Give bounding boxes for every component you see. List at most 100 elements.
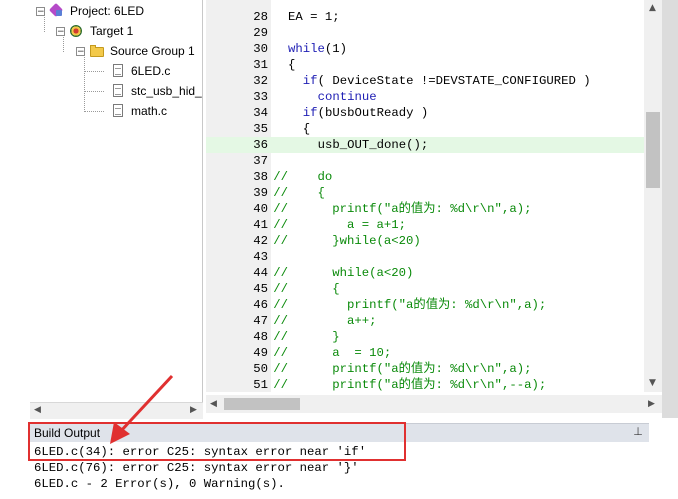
code-line[interactable]: 49 // a = 10; bbox=[206, 345, 644, 361]
code-comment: // printf("a的值为: %d\r\n",--a); bbox=[273, 378, 547, 392]
code-line[interactable]: 30 while(1) bbox=[206, 41, 644, 57]
line-number: 47 bbox=[253, 314, 268, 328]
code-line[interactable]: 48 // } bbox=[206, 329, 644, 345]
code-editor[interactable]: 28 EA = 1; 29 30 while(1) 31 {32 if( DeviceStat… bbox=[206, 0, 644, 392]
code-text: // { bbox=[273, 185, 325, 201]
scroll-right-icon[interactable]: ▶ bbox=[648, 399, 655, 409]
code-token: (1) bbox=[324, 42, 348, 56]
project-label: Project: 6LED bbox=[70, 4, 145, 18]
code-line[interactable]: 36 usb_OUT_done(); bbox=[206, 137, 644, 153]
tree-guide bbox=[84, 111, 104, 112]
code-line[interactable]: 44 // while(a<20) bbox=[206, 265, 644, 281]
code-line[interactable]: 38 // do bbox=[206, 169, 644, 185]
code-line[interactable]: 50 // printf("a的值为: %d\r\n",a); bbox=[206, 361, 644, 377]
code-text: // printf("a的值为: %d\r\n",--a); bbox=[273, 377, 546, 392]
scroll-right-icon[interactable]: ▶ bbox=[190, 405, 197, 415]
tree-project-node[interactable]: − Project: 6LED bbox=[36, 2, 144, 20]
tree-file-item[interactable]: stc_usb_hid_ bbox=[110, 82, 202, 100]
line-number: 30 bbox=[253, 42, 268, 56]
code-token: usb_OUT_done(); bbox=[317, 138, 429, 152]
code-text: // do bbox=[273, 169, 332, 185]
code-text: while(1) bbox=[288, 41, 347, 57]
editor-vertical-scrollbar[interactable]: ▲ ▼ bbox=[644, 0, 662, 392]
project-icon bbox=[49, 4, 65, 18]
code-line[interactable]: 51 // printf("a的值为: %d\r\n",--a); bbox=[206, 377, 644, 392]
file-label: 6LED.c bbox=[131, 64, 171, 78]
line-number: 34 bbox=[253, 106, 268, 120]
scroll-down-icon[interactable]: ▼ bbox=[649, 378, 656, 388]
code-line[interactable]: 28 EA = 1; bbox=[206, 9, 644, 25]
code-comment: // do bbox=[273, 170, 333, 184]
line-number: 38 bbox=[253, 170, 268, 184]
code-line[interactable]: 43 bbox=[206, 249, 644, 265]
code-line[interactable]: 47 // a++; bbox=[206, 313, 644, 329]
code-token: (bUsbOutReady ) bbox=[317, 106, 429, 120]
collapse-icon[interactable]: − bbox=[76, 46, 85, 56]
scroll-up-icon[interactable]: ▲ bbox=[649, 3, 656, 13]
code-keyword: if bbox=[302, 106, 318, 120]
code-text: // { bbox=[273, 281, 339, 297]
code-comment: // } bbox=[273, 330, 340, 344]
line-number: 40 bbox=[253, 202, 268, 216]
horizontal-scroll-thumb[interactable] bbox=[224, 398, 300, 410]
scroll-left-icon[interactable]: ◀ bbox=[34, 405, 41, 415]
line-number: 31 bbox=[253, 58, 268, 72]
code-text: EA = 1; bbox=[288, 9, 340, 25]
code-line[interactable]: 37 bbox=[206, 153, 644, 169]
code-line[interactable]: 31 { bbox=[206, 57, 644, 73]
collapse-icon[interactable]: − bbox=[56, 26, 65, 36]
tree-target-node[interactable]: − Target 1 bbox=[56, 22, 133, 40]
vertical-scroll-thumb[interactable] bbox=[646, 112, 660, 188]
code-comment: // printf("a的值为: %d\r\n",a); bbox=[273, 202, 532, 216]
error-highlight-box bbox=[28, 422, 406, 461]
code-line[interactable]: 33 continue bbox=[206, 89, 644, 105]
code-line[interactable]: 41 // a = a+1; bbox=[206, 217, 644, 233]
code-line[interactable]: 39 // { bbox=[206, 185, 644, 201]
tree-file-item[interactable]: math.c bbox=[110, 102, 167, 120]
collapse-icon[interactable]: − bbox=[36, 6, 45, 16]
project-tree-panel[interactable]: − Project: 6LED − Target 1 − Source Grou… bbox=[0, 0, 203, 402]
line-number: 29 bbox=[253, 26, 268, 40]
line-number: 39 bbox=[253, 186, 268, 200]
code-keyword: while bbox=[288, 42, 325, 56]
line-number: 28 bbox=[253, 10, 268, 24]
annotation-arrow-icon bbox=[110, 374, 174, 444]
line-number: 37 bbox=[253, 154, 268, 168]
code-line[interactable]: 45 // { bbox=[206, 281, 644, 297]
line-number: 44 bbox=[253, 266, 268, 280]
code-token: EA = 1; bbox=[288, 10, 340, 24]
pin-icon[interactable]: ⊥ bbox=[631, 425, 645, 439]
code-token: { bbox=[302, 122, 311, 136]
code-line[interactable]: 32 if( DeviceState !=DEVSTATE_CONFIGURED … bbox=[206, 73, 644, 89]
tree-file-item[interactable]: 6LED.c bbox=[110, 62, 170, 80]
code-comment: // printf("a的值为: %d\r\n",a); bbox=[273, 298, 547, 312]
code-comment: // while(a<20) bbox=[273, 266, 414, 280]
code-text: // printf("a的值为: %d\r\n",a); bbox=[273, 201, 531, 217]
code-line[interactable]: 34 if(bUsbOutReady ) bbox=[206, 105, 644, 121]
line-number: 51 bbox=[253, 378, 268, 392]
scroll-left-icon[interactable]: ◀ bbox=[210, 399, 217, 409]
file-label: math.c bbox=[131, 104, 168, 118]
c-file-icon bbox=[110, 104, 126, 118]
build-output-line: 6LED.c - 2 Error(s), 0 Warning(s). bbox=[34, 477, 285, 491]
line-number: 48 bbox=[253, 330, 268, 344]
window-side-bar bbox=[662, 0, 678, 418]
code-line[interactable]: 29 bbox=[206, 25, 644, 41]
code-line[interactable]: 40 // printf("a的值为: %d\r\n",a); bbox=[206, 201, 644, 217]
line-number: 46 bbox=[253, 298, 268, 312]
code-line[interactable]: 42 // }while(a<20) bbox=[206, 233, 644, 249]
code-text: { bbox=[303, 121, 310, 137]
code-text: // printf("a的值为: %d\r\n",a); bbox=[273, 297, 546, 313]
code-line[interactable]: 46 // printf("a的值为: %d\r\n",a); bbox=[206, 297, 644, 313]
code-line[interactable]: 35 { bbox=[206, 121, 644, 137]
c-file-icon bbox=[110, 84, 126, 98]
line-number: 35 bbox=[253, 122, 268, 136]
code-comment: // { bbox=[273, 282, 340, 296]
tree-source-group-node[interactable]: − Source Group 1 bbox=[76, 42, 195, 60]
code-comment: // a = 10; bbox=[273, 346, 392, 360]
target-label: Target 1 bbox=[90, 24, 134, 38]
code-token: { bbox=[288, 58, 296, 72]
tree-guide bbox=[84, 91, 104, 92]
line-number: 32 bbox=[253, 74, 268, 88]
code-text: // a = 10; bbox=[273, 345, 391, 361]
